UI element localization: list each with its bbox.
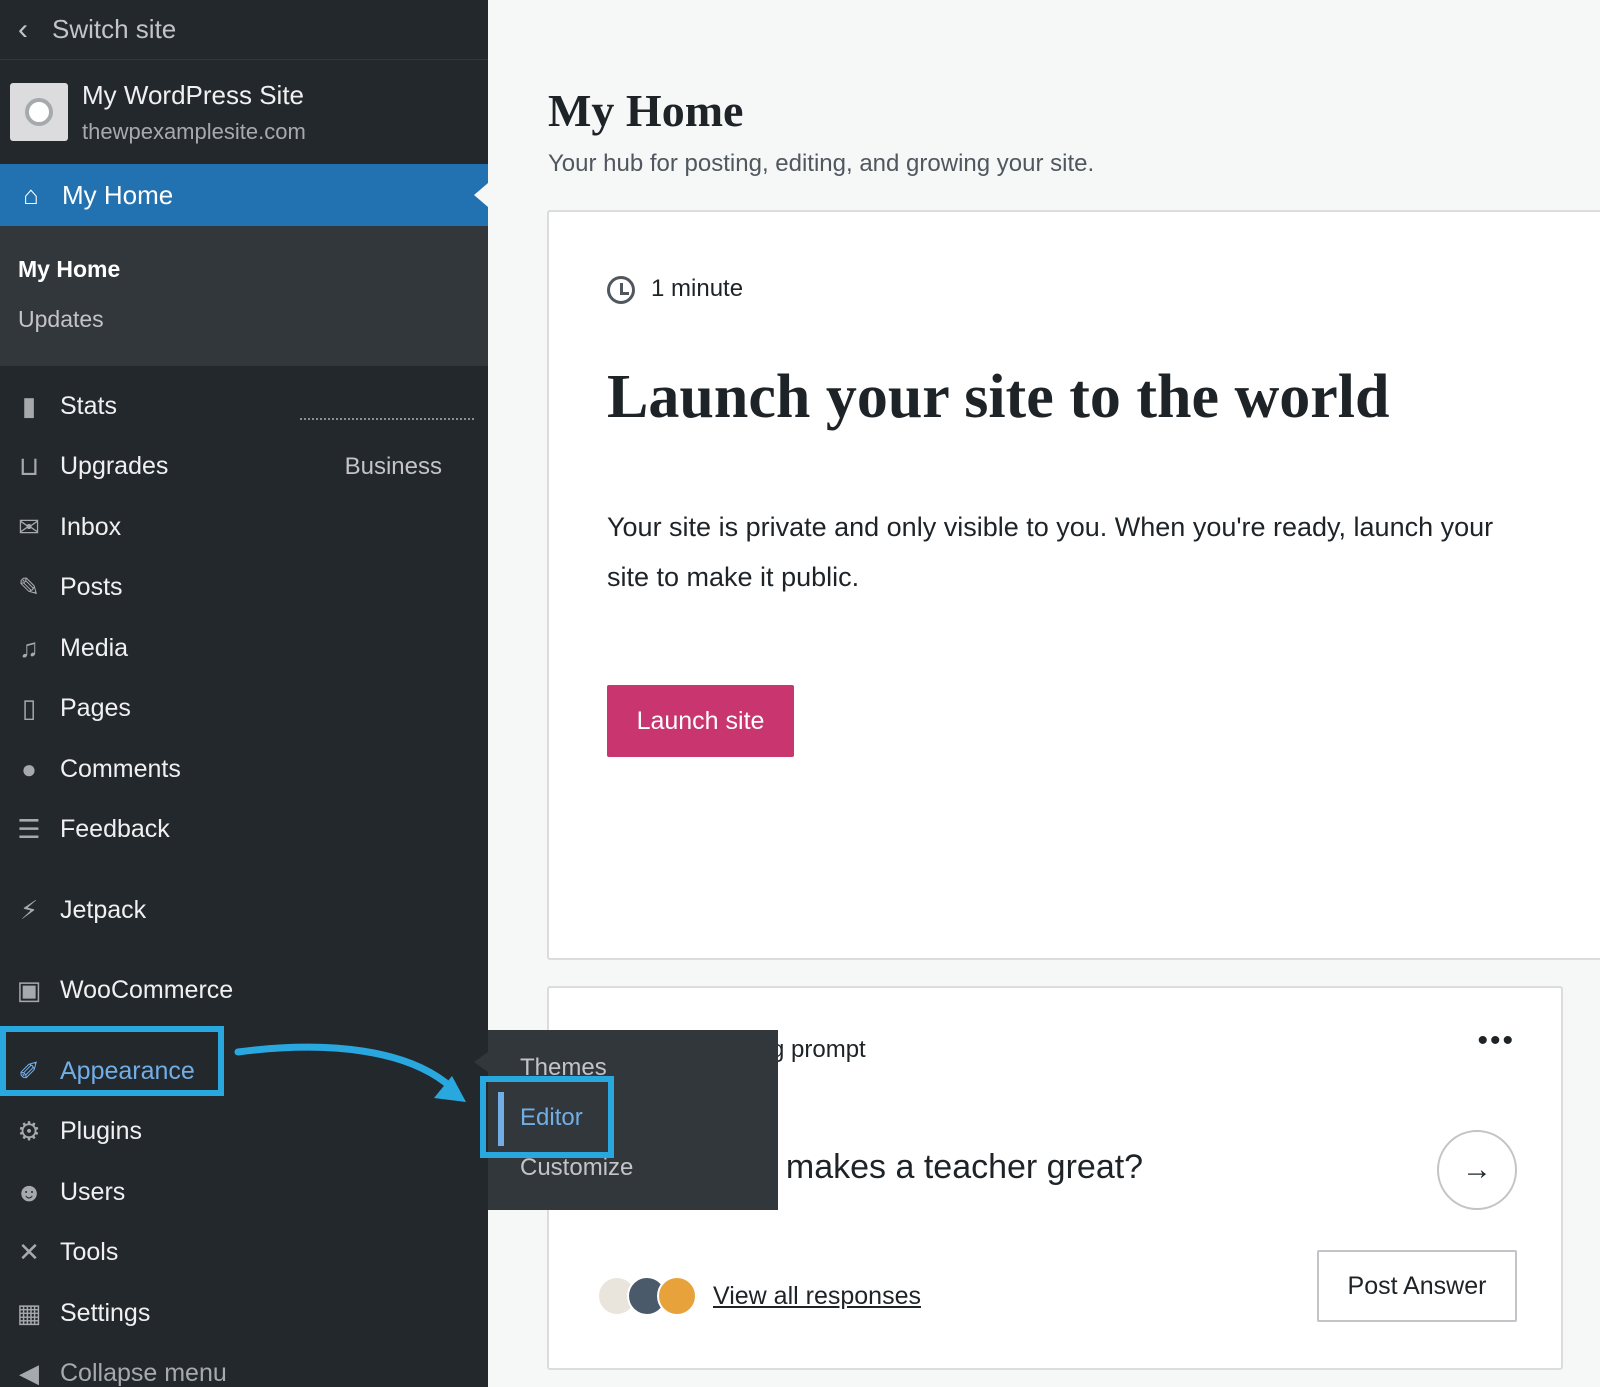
sidebar-item-inbox[interactable]: ✉ Inbox bbox=[0, 497, 488, 558]
site-globe-icon bbox=[10, 83, 68, 141]
switch-site-label: Switch site bbox=[52, 14, 177, 44]
post-answer-button[interactable]: Post Answer bbox=[1317, 1250, 1517, 1322]
media-icon: ♫ bbox=[19, 632, 39, 663]
sidebar-item-comments[interactable]: ● Comments bbox=[0, 739, 488, 800]
sidebar-item-media[interactable]: ♫ Media bbox=[0, 618, 488, 679]
woo-icon: ▣ bbox=[16, 975, 42, 1006]
sidebar-item-label: Collapse menu bbox=[60, 1359, 227, 1387]
jetpack-icon: ⚡ bbox=[19, 894, 39, 925]
plan-badge: Business bbox=[344, 452, 442, 480]
sidebar-item-jetpack[interactable]: ⚡ Jetpack bbox=[0, 880, 488, 941]
view-all-responses-link[interactable]: View all responses bbox=[713, 1282, 921, 1311]
launch-site-card: 1 minute Launch your site to the world Y… bbox=[547, 210, 1600, 960]
arrow-right-icon: → bbox=[1462, 1153, 1492, 1186]
stats-sparkline bbox=[300, 418, 474, 420]
flyout-item-customize[interactable]: Customize bbox=[520, 1154, 633, 1182]
clock-icon bbox=[607, 276, 635, 304]
next-prompt-button[interactable]: → bbox=[1437, 1130, 1517, 1210]
sidebar-nav: ▮ Stats ⊔ Upgrades Business ✉ Inbox ✎ Po… bbox=[0, 366, 488, 1387]
launch-site-button[interactable]: Launch site bbox=[607, 685, 794, 757]
launch-description: Your site is private and only visible to… bbox=[607, 512, 1494, 592]
editor-highlight-box bbox=[480, 1076, 614, 1158]
cart-icon: ⊔ bbox=[18, 451, 40, 482]
sidebar: ‹ Switch site My WordPress Site thewpexa… bbox=[0, 0, 488, 1387]
sidebar-item-label: Posts bbox=[60, 573, 123, 602]
sidebar-item-label: Media bbox=[60, 633, 129, 662]
prompt-label: g prompt bbox=[771, 1036, 866, 1063]
collapse-icon: ◀ bbox=[19, 1358, 39, 1387]
launch-heading: Launch your site to the world bbox=[607, 363, 1390, 431]
sidebar-item-label: My Home bbox=[62, 179, 174, 210]
sidebar-item-label: Upgrades bbox=[60, 452, 169, 481]
avatar bbox=[657, 1276, 697, 1316]
chevron-left-icon: ‹ bbox=[18, 12, 28, 46]
sidebar-item-plugins[interactable]: ⚙ Plugins bbox=[0, 1102, 488, 1163]
page-title: My Home bbox=[548, 85, 744, 136]
sidebar-item-upgrades[interactable]: ⊔ Upgrades Business bbox=[0, 437, 488, 498]
sidebar-item-pages[interactable]: ▯ Pages bbox=[0, 679, 488, 740]
sidebar-item-label: Comments bbox=[60, 754, 181, 783]
sidebar-item-label: Users bbox=[60, 1177, 126, 1206]
home-icon: ⌂ bbox=[23, 179, 39, 210]
switch-site-link[interactable]: ‹ Switch site bbox=[0, 0, 488, 60]
sidebar-item-label: Feedback bbox=[60, 815, 170, 844]
submenu-item-my-home[interactable]: My Home bbox=[0, 244, 488, 294]
sidebar-item-tools[interactable]: ✕ Tools bbox=[0, 1223, 488, 1284]
sidebar-item-label: Plugins bbox=[60, 1117, 142, 1146]
sidebar-item-label: Stats bbox=[60, 391, 117, 420]
page-subtitle: Your hub for posting, editing, and growi… bbox=[548, 150, 1095, 177]
sidebar-item-woocommerce[interactable]: ▣ WooCommerce bbox=[0, 961, 488, 1022]
site-url: thewpexamplesite.com bbox=[82, 118, 306, 144]
plug-icon: ⚙ bbox=[17, 1116, 41, 1147]
sidebar-item-users[interactable]: ☻ Users bbox=[0, 1162, 488, 1223]
sidebar-item-label: Settings bbox=[60, 1298, 151, 1327]
more-options-icon[interactable]: ••• bbox=[1477, 1024, 1515, 1058]
site-name: My WordPress Site bbox=[82, 79, 305, 110]
pin-icon: ✎ bbox=[18, 572, 40, 603]
prompt-question: t makes a teacher great? bbox=[767, 1148, 1144, 1186]
sidebar-item-feedback[interactable]: ☰ Feedback bbox=[0, 800, 488, 861]
appearance-highlight-box bbox=[0, 1026, 224, 1096]
stats-icon: ▮ bbox=[21, 390, 37, 421]
my-home-submenu: My Home Updates bbox=[0, 226, 488, 366]
settings-icon: ▦ bbox=[16, 1297, 42, 1328]
sidebar-item-stats[interactable]: ▮ Stats bbox=[0, 376, 488, 437]
sidebar-item-label: Inbox bbox=[60, 512, 122, 541]
sidebar-item-posts[interactable]: ✎ Posts bbox=[0, 558, 488, 619]
responder-avatars bbox=[597, 1276, 697, 1316]
mail-icon: ✉ bbox=[18, 511, 40, 542]
wrench-icon: ✕ bbox=[18, 1237, 40, 1268]
sidebar-item-label: WooCommerce bbox=[60, 976, 234, 1005]
feedback-icon: ☰ bbox=[17, 814, 41, 845]
sidebar-item-settings[interactable]: ▦ Settings bbox=[0, 1283, 488, 1344]
submenu-item-updates[interactable]: Updates bbox=[0, 294, 488, 344]
sidebar-item-label: Tools bbox=[60, 1238, 119, 1267]
task-duration: 1 minute bbox=[651, 275, 744, 302]
sidebar-item-label: Jetpack bbox=[60, 895, 147, 924]
collapse-menu-button[interactable]: ◀ Collapse menu bbox=[0, 1344, 488, 1387]
sidebar-item-my-home[interactable]: ⌂ My Home bbox=[0, 164, 488, 226]
sidebar-item-label: Pages bbox=[60, 694, 131, 723]
site-card[interactable]: My WordPress Site thewpexamplesite.com bbox=[0, 60, 488, 164]
user-icon: ☻ bbox=[15, 1176, 43, 1207]
comment-icon: ● bbox=[21, 753, 37, 784]
pages-icon: ▯ bbox=[21, 693, 37, 724]
